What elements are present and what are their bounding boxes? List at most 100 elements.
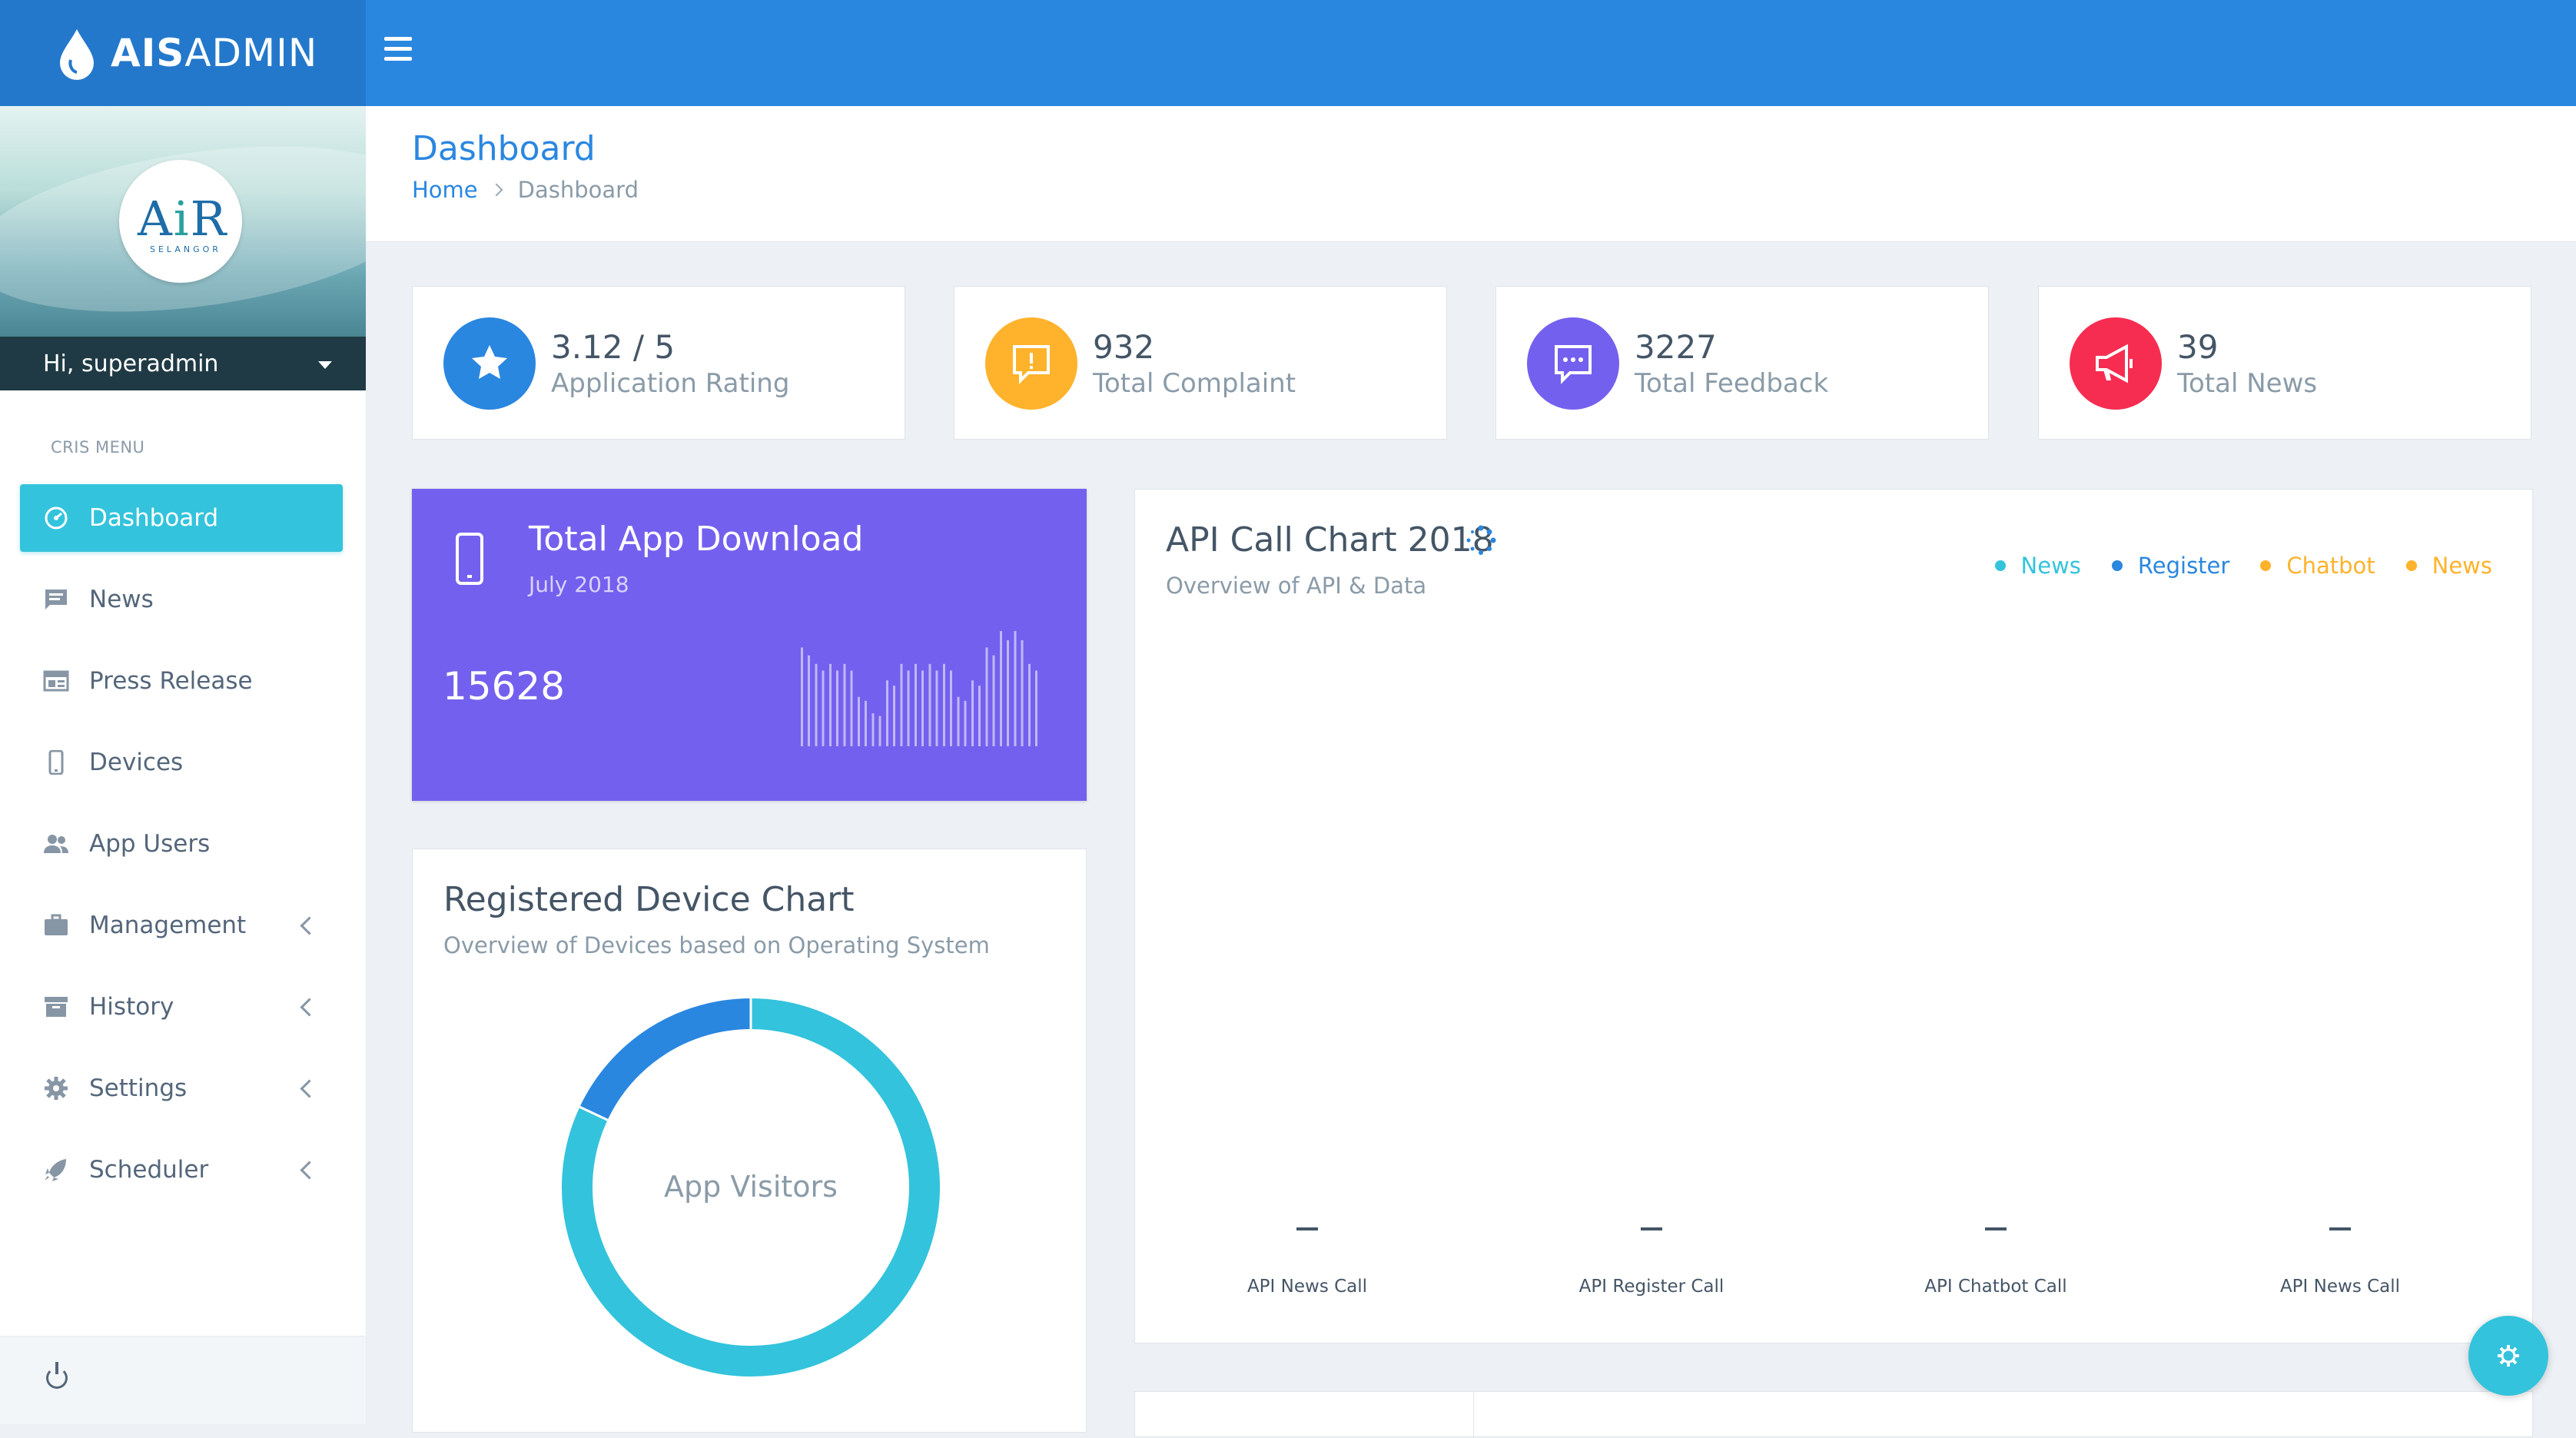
- brand-logo[interactable]: AISADMIN: [0, 0, 366, 106]
- menu-caption: CRIS MENU: [51, 438, 145, 457]
- sparkline-bar: [843, 663, 846, 746]
- mobile-phone-icon: [456, 533, 483, 585]
- complaint-icon: [985, 317, 1077, 410]
- stat-value: 3227: [1635, 328, 1717, 366]
- breadcrumb-home-link[interactable]: Home: [412, 177, 478, 203]
- sidebar-item-press-release[interactable]: Press Release: [20, 647, 343, 715]
- top-navbar: AISADMIN: [0, 0, 2576, 106]
- breadcrumb-current: Dashboard: [517, 177, 639, 203]
- sparkline-bar: [858, 696, 860, 746]
- sparkline-bar: [915, 663, 917, 746]
- sidebar-item-app-users[interactable]: App Users: [20, 810, 343, 878]
- download-total: 15628: [443, 664, 566, 709]
- brand-name: AISADMIN: [111, 31, 318, 75]
- sparkline-bar: [829, 663, 832, 746]
- rocket-icon: [45, 1159, 66, 1181]
- megaphone-icon: [2070, 317, 2162, 410]
- stat-card-rating: 3.12 / 5 Application Rating: [412, 286, 905, 440]
- sparkline-bar: [836, 670, 838, 746]
- sidebar-item-news[interactable]: News: [20, 566, 343, 633]
- stat-caption: Total Feedback: [1635, 368, 1829, 399]
- dashboard-icon: [45, 506, 68, 530]
- sparkline-bar: [886, 680, 888, 746]
- sparkline-bar: [1000, 631, 1002, 746]
- sidebar-item-dashboard[interactable]: Dashboard: [20, 484, 343, 552]
- sparkline-bar: [900, 663, 903, 746]
- archive-icon: [45, 997, 68, 1017]
- sparkline-bar: [822, 670, 825, 746]
- donut-slice[interactable]: [579, 998, 752, 1121]
- api-chart-title: API Call Chart 2018: [1166, 520, 1494, 560]
- sidebar-footer: [0, 1336, 366, 1424]
- sparkline-bar: [1014, 631, 1017, 746]
- sparkline-bar: [808, 655, 810, 746]
- sparkline-bar: [893, 686, 895, 746]
- caret-down-icon: [318, 361, 332, 369]
- stat-value: 932: [1093, 328, 1155, 366]
- sparkline-bar: [1021, 640, 1024, 746]
- device-donut-chart: App Visitors: [562, 998, 940, 1377]
- sparkline-bar: [985, 647, 988, 746]
- sparkline-bar: [978, 686, 981, 746]
- sparkline-bar: [950, 670, 952, 746]
- api-category: API Register Call: [1479, 1227, 1824, 1297]
- sidebar: AiR SELANGOR Hi, superadmin CRIS MENU Da…: [0, 106, 367, 1424]
- user-greeting: Hi, superadmin: [43, 350, 219, 377]
- avatar: AiR SELANGOR: [119, 160, 242, 283]
- device-chart-subtitle: Overview of Devices based on Operating S…: [443, 932, 990, 958]
- feedback-icon: [1527, 317, 1619, 410]
- api-chart-subtitle: Overview of API & Data: [1166, 573, 1427, 599]
- sparkline-bar: [957, 696, 960, 746]
- device-chart-title: Registered Device Chart: [443, 880, 855, 919]
- power-icon[interactable]: [46, 1362, 68, 1389]
- stat-card-news: 39 Total News: [2038, 286, 2531, 440]
- stat-caption: Total Complaint: [1093, 368, 1296, 399]
- loading-spinner-icon: [1466, 525, 1496, 555]
- sparkline-bar: [943, 663, 945, 746]
- users-icon: [44, 835, 68, 853]
- sparkline-bar: [1007, 640, 1009, 746]
- sparkline-bar: [801, 647, 803, 746]
- page-header: Dashboard Home Dashboard: [366, 106, 2576, 242]
- gear-icon: [45, 1077, 68, 1100]
- stat-value: 3.12 / 5: [551, 328, 676, 366]
- api-chart-card: API Call Chart 2018 Overview of API & Da…: [1134, 489, 2533, 1343]
- sparkline-bar: [850, 670, 853, 746]
- chevron-left-icon: [300, 998, 319, 1017]
- sidebar-item-management[interactable]: Management: [20, 892, 343, 959]
- sparkline-bar: [865, 700, 867, 746]
- sparkline-bar: [928, 663, 931, 746]
- bottom-card: [1134, 1391, 2533, 1438]
- download-period: July 2018: [529, 572, 629, 597]
- sparkline-bar: [815, 663, 818, 746]
- sidebar-item-devices[interactable]: Devices: [20, 729, 343, 796]
- api-category: API News Call: [2168, 1227, 2512, 1297]
- profile-banner: AiR SELANGOR Hi, superadmin: [0, 106, 366, 390]
- sparkline-bar: [871, 713, 875, 746]
- sparkline-bar: [1028, 663, 1031, 746]
- press-release-icon: [43, 670, 69, 692]
- legend-item-news[interactable]: News: [1994, 553, 2081, 579]
- stat-caption: Total News: [2177, 368, 2318, 399]
- gear-icon: [2498, 1345, 2519, 1367]
- download-sparkline: [801, 631, 1037, 746]
- stat-card-complaint: 932 Total Complaint: [954, 286, 1447, 440]
- sparkline-bar: [907, 670, 910, 746]
- legend-item-news-2[interactable]: News: [2405, 553, 2492, 579]
- sparkline-bar: [971, 680, 974, 746]
- sidebar-item-settings[interactable]: Settings: [20, 1054, 343, 1122]
- sidebar-item-history[interactable]: History: [20, 973, 343, 1041]
- user-dropdown[interactable]: Hi, superadmin: [0, 337, 366, 390]
- sidebar-item-scheduler[interactable]: Scheduler: [20, 1136, 343, 1204]
- settings-fab-button[interactable]: [2468, 1316, 2548, 1396]
- news-icon: [45, 589, 67, 609]
- download-title: Total App Download: [529, 520, 864, 559]
- briefcase-icon: [45, 914, 68, 935]
- breadcrumb: Home Dashboard: [412, 177, 639, 203]
- legend-item-register[interactable]: Register: [2111, 553, 2229, 579]
- star-icon: [443, 317, 536, 410]
- hamburger-menu-icon[interactable]: [384, 37, 412, 61]
- stat-value: 39: [2177, 328, 2219, 366]
- sparkline-bar: [878, 716, 881, 746]
- legend-item-chatbot[interactable]: Chatbot: [2260, 553, 2375, 579]
